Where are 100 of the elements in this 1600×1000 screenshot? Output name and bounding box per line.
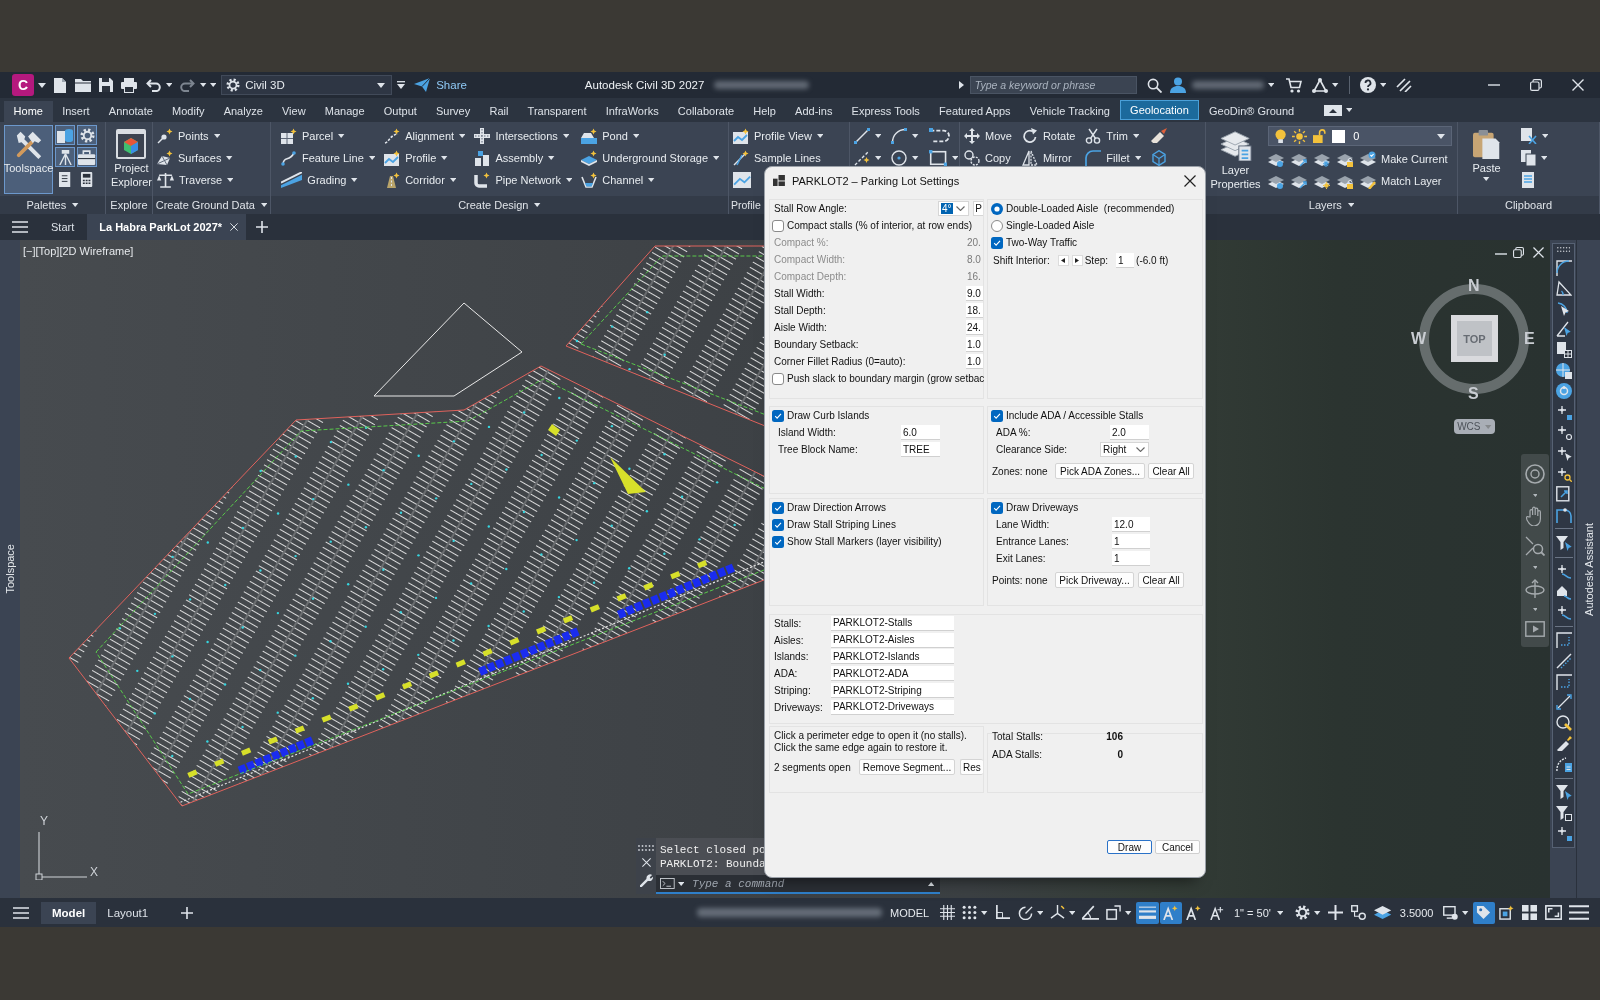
text-field[interactable]: PARKLOT2-Striping <box>831 683 954 699</box>
redo-icon[interactable] <box>179 78 196 92</box>
dialog-button[interactable]: Clear All <box>1138 572 1184 588</box>
pen-brush-icon[interactable] <box>1555 735 1572 752</box>
funnel-cursor-icon[interactable] <box>1555 784 1572 801</box>
layer-bulb-icon[interactable] <box>1268 151 1284 167</box>
ribbon-icon-button[interactable] <box>1521 125 1549 147</box>
ribbon-tab[interactable]: Analyze <box>214 101 273 122</box>
crosshair-pointer-icon[interactable] <box>1555 444 1572 461</box>
ribbon-tab[interactable]: Express Tools <box>842 101 930 122</box>
caret-icon[interactable] <box>38 82 46 88</box>
crosshair-curve-icon[interactable] <box>1555 604 1572 621</box>
ribbon-tab[interactable]: Geolocation <box>1119 100 1200 120</box>
number-field[interactable]: 18. <box>966 303 983 318</box>
text-field[interactable]: PARKLOT2-ADA <box>831 666 954 682</box>
checkbox[interactable] <box>772 501 784 514</box>
coordinate-system-menu[interactable]: WCS <box>1454 419 1495 434</box>
hand-icon[interactable] <box>1526 506 1544 527</box>
ribbon-tab[interactable]: Modify <box>162 101 215 122</box>
ribbon-tab[interactable]: Survey <box>426 101 480 122</box>
checkbox[interactable] <box>991 409 1003 422</box>
dialog-button[interactable]: Pick Driveway... <box>1055 572 1134 588</box>
ribbon-button[interactable]: Surfaces <box>157 147 233 169</box>
number-field[interactable]: 1.0 <box>966 354 983 369</box>
ribbon-toggle-icon[interactable] <box>1323 104 1342 116</box>
ribbon-icon-button[interactable] <box>891 147 919 169</box>
funnel-grid-icon[interactable] <box>1555 804 1572 821</box>
crosshair-square-icon[interactable] <box>1555 403 1572 420</box>
ribbon-button[interactable]: Pipe Network <box>474 169 573 191</box>
folder-icon[interactable] <box>75 78 91 92</box>
ribbon-button[interactable]: Channel <box>581 169 655 191</box>
ribbon-button[interactable]: Match Layer <box>1360 170 1442 192</box>
viewport-controls-label[interactable]: [−][Top][2D Wireframe] <box>23 245 134 257</box>
ribbon-button[interactable]: Profile <box>384 147 448 169</box>
dialog-button[interactable]: Clear All <box>1148 463 1194 479</box>
checkbox[interactable] <box>772 409 784 422</box>
number-field[interactable]: 1 <box>1112 534 1150 549</box>
plus-icon[interactable] <box>181 906 194 919</box>
ribbon-button[interactable]: Trim <box>1085 125 1140 147</box>
document-tab[interactable]: Start <box>42 214 84 240</box>
ribbon-icon-button[interactable] <box>1150 147 1167 169</box>
ribbon-button[interactable]: Mirror <box>1021 147 1072 169</box>
printer-icon[interactable] <box>121 77 137 93</box>
ribbon-icon-button[interactable] <box>1521 169 1535 191</box>
ribbon-large-button[interactable]: Paste <box>1462 125 1511 194</box>
caret-icon[interactable] <box>1345 108 1353 112</box>
caret-icon[interactable] <box>1267 83 1275 87</box>
restore-icon[interactable] <box>1513 247 1524 258</box>
corner-arc-icon[interactable] <box>1555 259 1572 276</box>
layer-bulb-icon[interactable] <box>1268 173 1284 189</box>
ribbon-tab[interactable]: Insert <box>52 101 100 122</box>
ribbon-tab[interactable]: View <box>272 101 316 122</box>
steering-wheel-icon[interactable] <box>1525 463 1545 484</box>
layer-sun-icon[interactable] <box>1314 173 1330 189</box>
ribbon-icon-button[interactable] <box>854 125 882 147</box>
ribbon-button[interactable]: Alignment <box>384 125 466 147</box>
angle-ruler-icon[interactable] <box>1555 280 1572 297</box>
search-icon[interactable] <box>1146 77 1162 93</box>
arc-calculator-icon[interactable] <box>1555 756 1572 773</box>
caret-icon[interactable] <box>166 83 173 87</box>
shift-right-button[interactable] <box>1071 255 1083 266</box>
ribbon-button[interactable]: Feature Line <box>281 147 376 169</box>
ribbon-button[interactable]: Assembly <box>474 147 555 169</box>
toggle-button[interactable] <box>55 147 75 167</box>
ribbon-large-button[interactable]: Layer Properties <box>1211 125 1260 194</box>
crosshair-square-icon[interactable] <box>1555 825 1572 842</box>
ribbon-tab[interactable]: Annotate <box>99 101 163 122</box>
diagonal-dotted-icon[interactable] <box>1555 653 1572 670</box>
ribbon-button[interactable]: Fillet <box>1085 147 1141 169</box>
slash-lines-icon[interactable] <box>1396 78 1412 92</box>
layout-tab[interactable]: Model <box>41 901 97 924</box>
compass-letter[interactable]: W <box>1411 331 1427 347</box>
text-field[interactable]: PARKLOT2-Islands <box>831 649 954 665</box>
status-toggle[interactable] <box>1472 901 1495 924</box>
corner-line-icon[interactable] <box>1555 506 1572 523</box>
ribbon-button[interactable]: Corridor <box>384 169 457 191</box>
ribbon-icon-button[interactable] <box>1521 147 1548 169</box>
checkbox[interactable] <box>991 501 1003 514</box>
cart-icon[interactable] <box>1286 77 1303 93</box>
ribbon-tab[interactable]: Add-ins <box>785 101 842 122</box>
crosshair-search-icon[interactable] <box>1555 465 1572 482</box>
ribbon-button[interactable]: Points <box>157 125 220 147</box>
ribbon-tab[interactable]: Transparent <box>518 101 597 122</box>
shift-left-button[interactable] <box>1057 255 1069 266</box>
caret-icon[interactable] <box>1332 83 1339 87</box>
ribbon-icon-button[interactable] <box>891 125 919 147</box>
ribbon-button[interactable]: Grading <box>281 169 358 191</box>
ribbon-tab[interactable]: Manage <box>315 101 375 122</box>
plus-icon[interactable] <box>256 221 269 233</box>
number-field[interactable]: 12.0 <box>1112 517 1150 532</box>
checkbox[interactable] <box>772 518 784 531</box>
crosshair-point-icon[interactable] <box>1555 424 1572 441</box>
workspace-dropdown[interactable]: Civil 3D <box>221 75 393 95</box>
panel-menu-button[interactable]: Layers <box>1308 199 1355 211</box>
angle-dropdown[interactable]: 4° <box>938 201 969 216</box>
radio-button[interactable] <box>991 219 1003 232</box>
checkbox[interactable] <box>772 372 784 385</box>
number-field[interactable]: 9.0 <box>966 286 983 301</box>
checkbox[interactable] <box>772 535 784 548</box>
ribbon-large-button[interactable]: Toolspace <box>4 125 53 194</box>
